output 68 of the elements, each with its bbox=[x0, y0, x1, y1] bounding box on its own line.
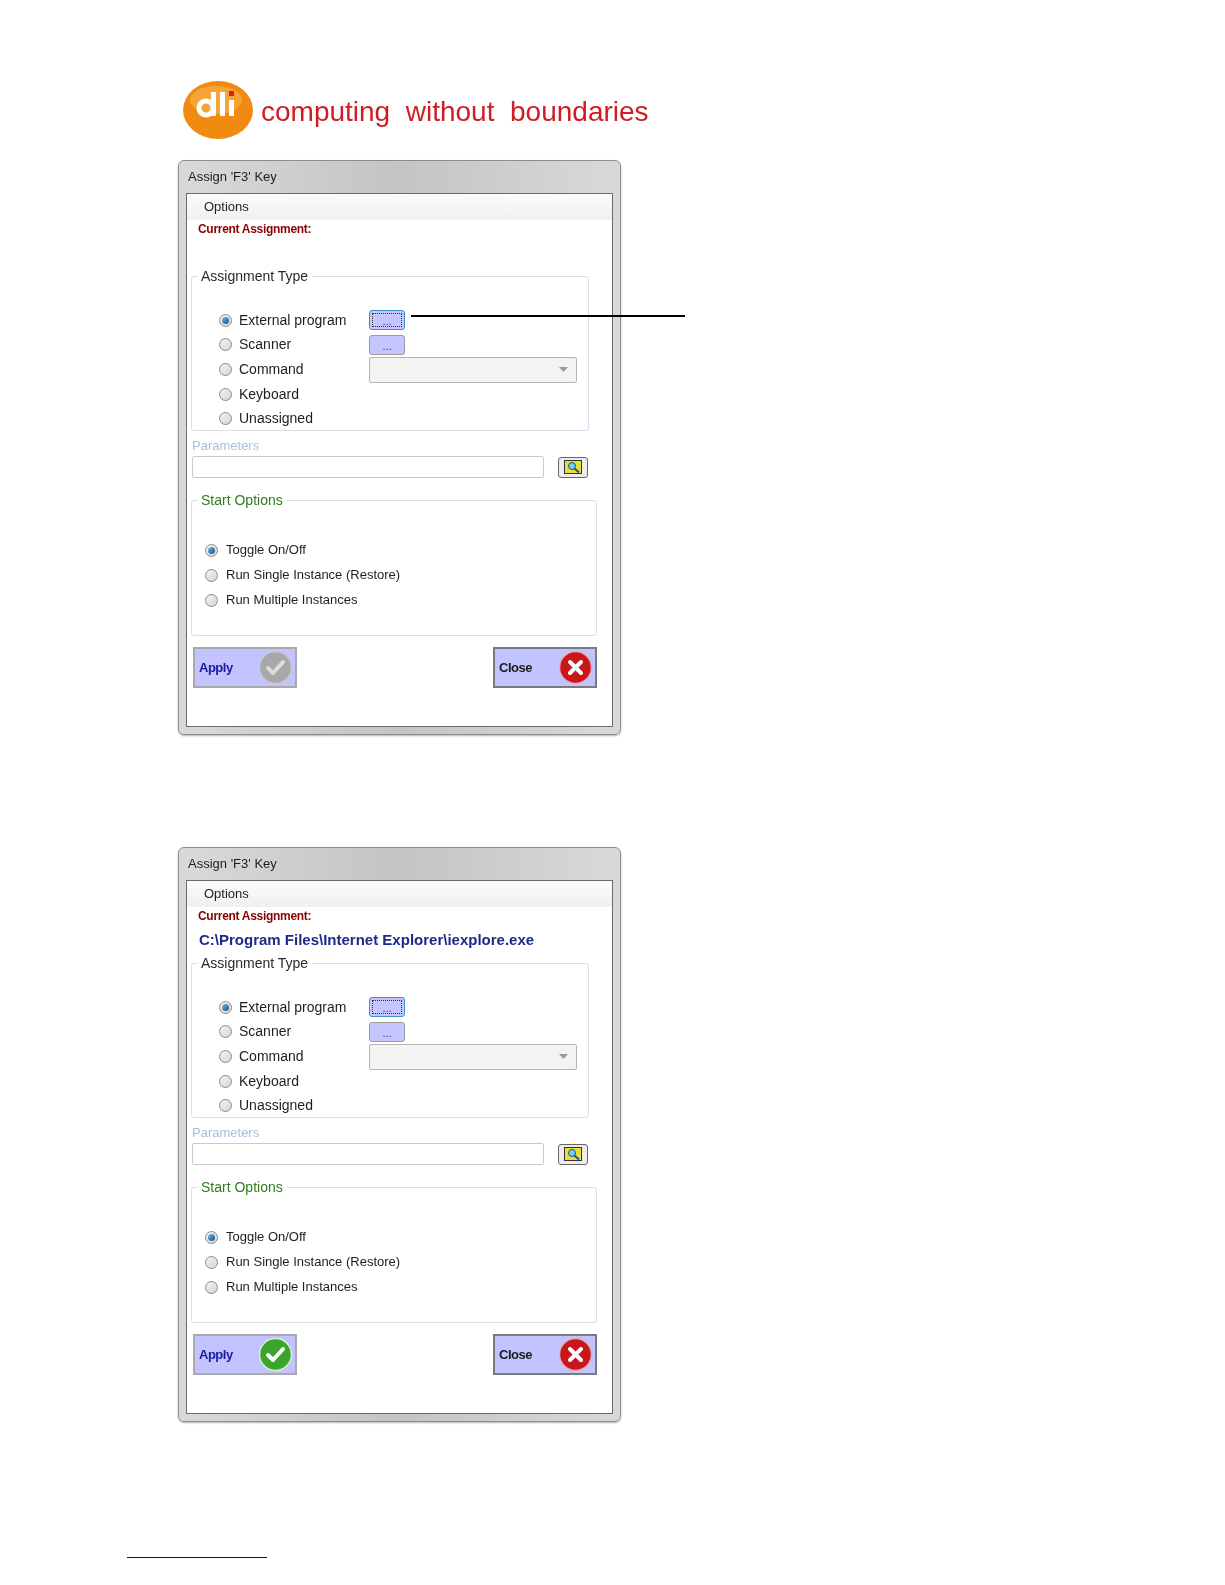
radio-label: Scanner bbox=[239, 1022, 292, 1042]
options-menu[interactable]: Options bbox=[204, 197, 249, 217]
command-dropdown[interactable] bbox=[369, 356, 577, 383]
browse-button[interactable]: ... bbox=[369, 997, 405, 1018]
command-dropdown[interactable] bbox=[369, 1043, 577, 1070]
radio-label: Unassigned bbox=[239, 1096, 313, 1116]
browse-button[interactable]: ... bbox=[369, 334, 405, 355]
logo-icon bbox=[183, 80, 255, 141]
caret-icon bbox=[559, 1054, 568, 1059]
assignment-path: C:\Program Files\Internet Explorer\iexplore.exe bbox=[199, 929, 535, 950]
radio-button[interactable] bbox=[219, 338, 232, 352]
radio-label: Toggle On/Off bbox=[226, 541, 306, 560]
search-button[interactable] bbox=[558, 456, 588, 478]
parameters-field[interactable] bbox=[192, 456, 544, 478]
radio-button[interactable] bbox=[205, 543, 218, 557]
radio-button[interactable] bbox=[219, 412, 232, 426]
radio-label: Keyboard bbox=[239, 1071, 299, 1091]
radio-button[interactable] bbox=[219, 1099, 232, 1113]
group-legend: Assignment Type bbox=[197, 267, 313, 285]
close-icon bbox=[559, 651, 592, 684]
browse-button[interactable]: ... bbox=[369, 1021, 405, 1042]
close-button[interactable]: Close bbox=[493, 647, 597, 688]
radio-label: Unassigned bbox=[239, 409, 313, 429]
tagline: computing without boundaries bbox=[261, 94, 649, 129]
group-legend: Start Options bbox=[197, 491, 287, 509]
close-button[interactable]: Close bbox=[493, 1334, 597, 1375]
group-legend: Start Options bbox=[197, 1178, 287, 1196]
search-button[interactable] bbox=[558, 1143, 588, 1165]
current-assignment-label: Current Assignment: bbox=[198, 908, 312, 925]
radio-button[interactable] bbox=[205, 1280, 218, 1294]
search-icon bbox=[564, 1147, 582, 1161]
radio-button[interactable] bbox=[205, 1255, 218, 1269]
parameters-label: Parameters bbox=[192, 437, 260, 456]
radio-button[interactable] bbox=[219, 313, 232, 327]
radio-button[interactable] bbox=[205, 593, 218, 607]
current-assignment-label: Current Assignment: bbox=[198, 221, 312, 238]
radio-label: Keyboard bbox=[239, 384, 299, 404]
radio-label: Scanner bbox=[239, 335, 292, 355]
close-icon bbox=[559, 1338, 592, 1371]
group-legend: Assignment Type bbox=[197, 954, 313, 972]
check-icon bbox=[259, 651, 292, 684]
radio-label: External program bbox=[239, 310, 347, 330]
parameters-label: Parameters bbox=[192, 1124, 260, 1143]
check-icon bbox=[259, 1338, 292, 1371]
options-menu[interactable]: Options bbox=[204, 884, 249, 904]
radio-button[interactable] bbox=[219, 1000, 232, 1014]
window-title: Assign 'F3' Key bbox=[188, 168, 277, 187]
radio-button[interactable] bbox=[205, 568, 218, 582]
radio-button[interactable] bbox=[219, 363, 232, 376]
radio-label: Run Single Instance (Restore) bbox=[226, 1253, 401, 1272]
browse-button[interactable]: ... bbox=[369, 310, 405, 331]
parameters-field[interactable] bbox=[192, 1143, 544, 1165]
radio-label: Run Single Instance (Restore) bbox=[226, 566, 401, 585]
radio-label: Toggle On/Off bbox=[226, 1228, 306, 1247]
search-icon bbox=[564, 460, 582, 474]
caret-icon bbox=[559, 367, 568, 372]
apply-button[interactable]: Apply bbox=[193, 1334, 297, 1375]
radio-button[interactable] bbox=[219, 1074, 232, 1088]
radio-label: Command bbox=[239, 360, 304, 379]
radio-label: External program bbox=[239, 997, 347, 1017]
window-title: Assign 'F3' Key bbox=[188, 855, 277, 874]
radio-button[interactable] bbox=[219, 1050, 232, 1063]
radio-button[interactable] bbox=[219, 387, 232, 401]
radio-label: Command bbox=[239, 1047, 304, 1066]
radio-button[interactable] bbox=[205, 1230, 218, 1244]
radio-label: Run Multiple Instances bbox=[226, 1278, 358, 1297]
radio-button[interactable] bbox=[219, 1025, 232, 1039]
radio-label: Run Multiple Instances bbox=[226, 591, 358, 610]
